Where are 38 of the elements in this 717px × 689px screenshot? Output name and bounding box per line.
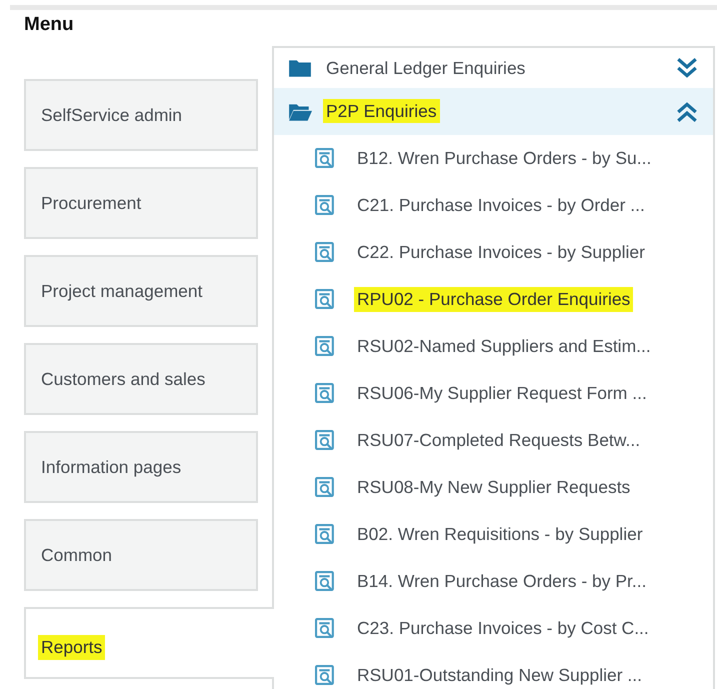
report-search-icon	[315, 195, 336, 216]
report-item[interactable]: B14. Wren Purchase Orders - by Pr...	[274, 558, 713, 605]
menu-title: Menu	[24, 14, 75, 36]
report-search-icon	[315, 571, 336, 592]
report-item[interactable]: C23. Purchase Invoices - by Cost C...	[274, 605, 713, 652]
folder-row[interactable]: General Ledger Enquiries	[274, 48, 713, 88]
report-search-icon	[315, 618, 336, 639]
report-search-icon	[315, 336, 336, 357]
report-search-icon	[315, 524, 336, 545]
report-item[interactable]: RPU02 - Purchase Order Enquiries	[274, 276, 713, 323]
menu-item[interactable]: Common	[24, 519, 258, 591]
report-item[interactable]: C21. Purchase Invoices - by Order ...	[274, 182, 713, 229]
report-search-icon	[315, 242, 336, 263]
report-search-icon	[315, 148, 336, 169]
menu-item[interactable]: Information pages	[24, 431, 258, 503]
menu-item[interactable]: Reports	[24, 607, 274, 679]
report-item[interactable]: B02. Wren Requisitions - by Supplier	[274, 511, 713, 558]
report-item[interactable]: RSU08-My New Supplier Requests	[274, 464, 713, 511]
report-search-icon	[315, 289, 336, 310]
menu-item[interactable]: Customers and sales	[24, 343, 258, 415]
menu-item[interactable]: Procurement	[24, 167, 258, 239]
collapse-icon[interactable]	[675, 100, 699, 122]
open-folder-icon	[288, 102, 312, 122]
report-search-icon	[315, 665, 336, 686]
menu-item[interactable]: SelfService admin	[24, 79, 258, 151]
report-item[interactable]: RSU07-Completed Requests Betw...	[274, 417, 713, 464]
report-item[interactable]: RSU02-Named Suppliers and Estim...	[274, 323, 713, 370]
report-search-icon	[315, 430, 336, 451]
report-item[interactable]: C22. Purchase Invoices - by Supplier	[274, 229, 713, 276]
menu-item[interactable]: Project management	[24, 255, 258, 327]
folder-icon	[288, 58, 312, 78]
folder-row[interactable]: P2P Enquiries	[274, 88, 713, 135]
report-item[interactable]: B12. Wren Purchase Orders - by Su...	[274, 135, 713, 182]
report-item[interactable]: RSU06-My Supplier Request Form ...	[274, 370, 713, 417]
report-item[interactable]: RSU01-Outstanding New Supplier ...	[274, 652, 713, 689]
expand-icon[interactable]	[675, 57, 699, 79]
report-search-icon	[315, 383, 336, 404]
report-search-icon	[315, 477, 336, 498]
